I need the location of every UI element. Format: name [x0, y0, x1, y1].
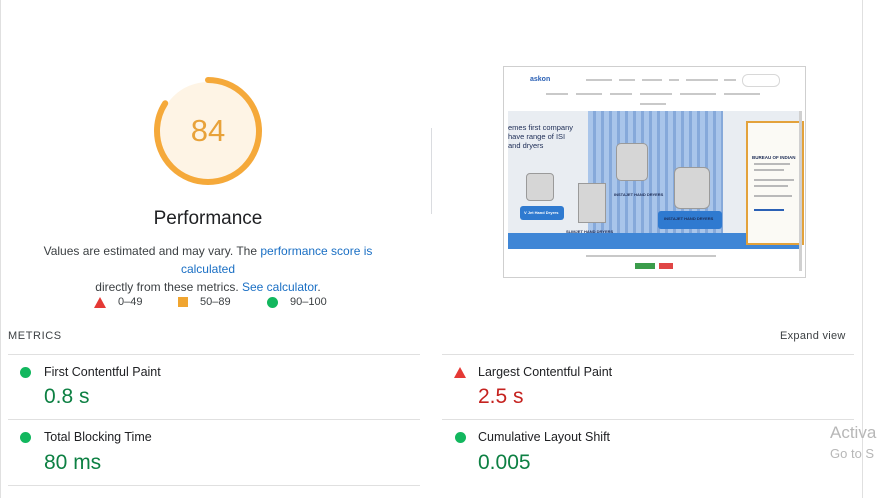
- metric-status-good-icon: [20, 432, 31, 443]
- thumb-hero-text: emes first company have range of ISI and…: [508, 123, 574, 150]
- metric-cls-name: Cumulative Layout Shift: [478, 430, 611, 444]
- square-icon: [178, 297, 188, 307]
- metric-fcp-name: First Contentful Paint: [44, 365, 161, 379]
- metric-status-good-icon: [455, 432, 466, 443]
- thumb-dryer-3: [616, 143, 648, 181]
- thumb-cert-title: BUREAU OF INDIAN: [752, 155, 796, 160]
- metric-lcp-name: Largest Contentful Paint: [478, 365, 613, 379]
- thumb-dryer-1: [526, 173, 554, 201]
- thumb-caption-3: INSTAJET HAND DRYERS: [614, 192, 664, 197]
- divider: [8, 419, 420, 420]
- metric-tbt-value: 80 ms: [44, 451, 102, 474]
- description-text-2: directly from these metrics.: [95, 280, 242, 294]
- thumb-reject-button: [659, 263, 673, 269]
- legend-poor-label: 0–49: [118, 296, 143, 308]
- metric-fcp-value: 0.8 s: [44, 385, 90, 408]
- legend-good-label: 90–100: [290, 296, 327, 308]
- thumb-subnav-item: [546, 93, 568, 95]
- circle-icon: [267, 296, 278, 308]
- metric-cls-value: 0.005: [478, 451, 531, 474]
- performance-score: 84: [190, 113, 226, 148]
- thumb-cert-line: [754, 195, 792, 197]
- thumb-cert-line: [754, 179, 794, 181]
- thumb-certificate: BUREAU OF INDIAN: [746, 121, 804, 245]
- thumb-subnav-item: [680, 93, 716, 95]
- metric-lcp-value: 2.5 s: [478, 385, 524, 408]
- panel-left-border: [0, 0, 1, 498]
- thumb-dryer-2: [578, 183, 606, 223]
- thumb-subnav-item: [640, 103, 666, 105]
- metric-status-poor-icon: [454, 367, 466, 378]
- thumb-hero-banner: emes first company have range of ISI and…: [508, 111, 804, 249]
- thumb-nav-item: [586, 79, 612, 81]
- metrics-label: METRICS: [8, 330, 62, 342]
- thumb-navbar: askon: [504, 67, 805, 109]
- legend-poor: 0–49: [94, 296, 142, 308]
- activation-watermark-subtitle: Go to S: [830, 446, 875, 461]
- see-calculator-link[interactable]: See calculator: [242, 280, 317, 294]
- thumb-subnav-item: [610, 93, 632, 95]
- thumb-caption-2: SLIMJET HAND DRYERS: [566, 229, 614, 234]
- thumb-cert-line: [754, 209, 784, 211]
- triangle-icon: [94, 296, 106, 308]
- legend-average: 50–89: [178, 296, 231, 308]
- thumb-caption-4: INSTAJET HAND DRYERS: [664, 216, 714, 221]
- divider: [442, 419, 854, 420]
- thumb-nav-item: [619, 79, 635, 81]
- thumb-nav-item: [686, 79, 718, 81]
- thumb-nav-item: [669, 79, 679, 81]
- thumb-subnav-item: [576, 93, 602, 95]
- thumb-cookie-text: [586, 255, 716, 257]
- legend-good: 90–100: [267, 296, 327, 308]
- vertical-divider: [431, 128, 432, 214]
- thumb-subnav-item: [724, 93, 760, 95]
- final-screenshot-thumbnail[interactable]: askon emes first company have range of I…: [503, 66, 806, 278]
- divider: [8, 354, 420, 355]
- thumb-caption-1: V Jet Hand Dryers: [524, 210, 559, 215]
- thumb-cert-line: [754, 169, 784, 171]
- thumb-cookie-bar: [508, 249, 802, 271]
- metric-tbt-name: Total Blocking Time: [44, 430, 152, 444]
- thumb-cert-line: [754, 163, 790, 165]
- thumb-scrollbar: [799, 111, 802, 271]
- thumb-subnav-item: [640, 93, 672, 95]
- description-text: Values are estimated and may vary. The: [43, 244, 261, 258]
- thumb-logo: askon: [530, 76, 551, 83]
- expand-view-toggle[interactable]: Expand view: [780, 330, 846, 342]
- thumb-nav-item: [642, 79, 662, 81]
- description-end: .: [317, 280, 321, 294]
- thumb-accept-button: [635, 263, 655, 269]
- performance-description: Values are estimated and may vary. The p…: [20, 242, 396, 296]
- divider: [8, 485, 420, 486]
- performance-gauge: 84: [152, 75, 264, 187]
- thumb-search-box: [742, 74, 780, 87]
- thumb-cert-line: [754, 185, 788, 187]
- metric-status-good-icon: [20, 367, 31, 378]
- thumb-nav-item: [724, 79, 736, 81]
- activation-watermark-title: Activa: [830, 423, 877, 442]
- legend-average-label: 50–89: [200, 296, 231, 308]
- thumb-dryer-4: [674, 167, 710, 209]
- divider: [442, 354, 854, 355]
- performance-title: Performance: [153, 208, 263, 229]
